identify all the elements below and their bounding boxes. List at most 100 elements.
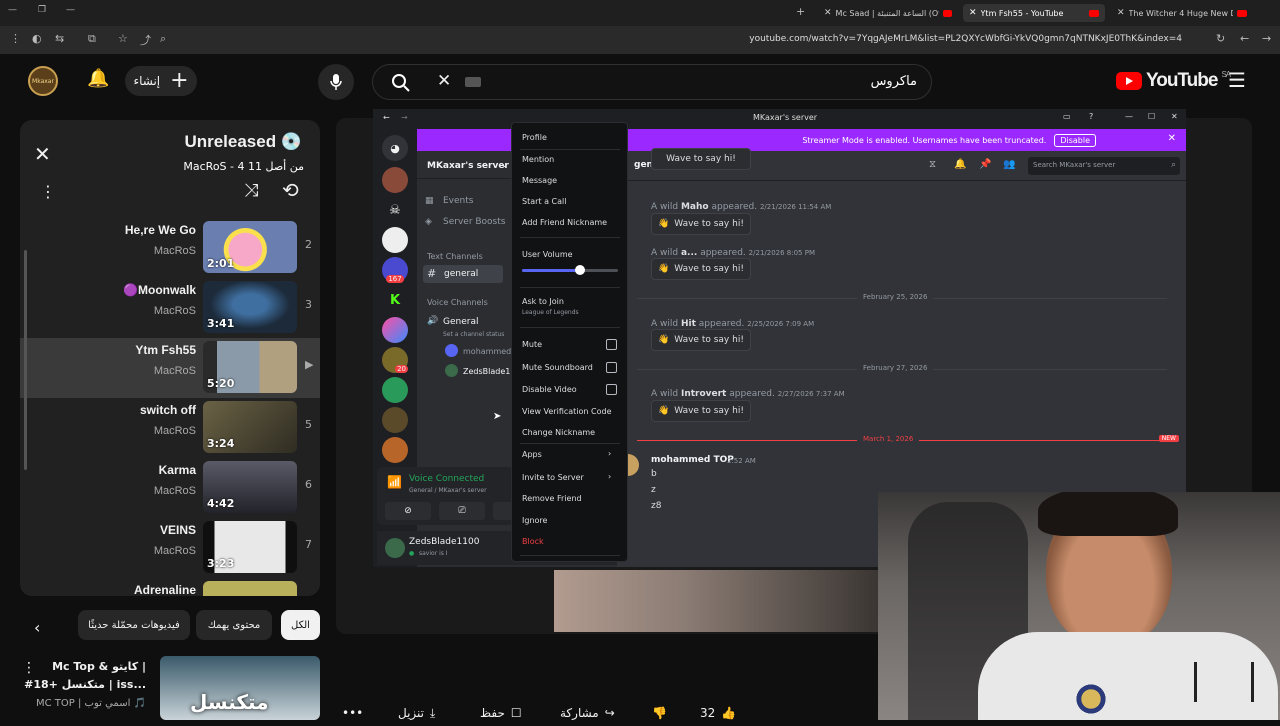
menu-ask-to-join[interactable]: Ask to Join [522,297,564,306]
bell-icon[interactable]: 🔔 [954,159,966,170]
server-boosts-link[interactable]: Server Boosts [443,217,505,227]
skull-server-icon[interactable]: ☠ [382,197,408,223]
menu-mute[interactable]: Mute [522,340,542,349]
like-button[interactable]: 32 👍 [700,700,736,726]
text-channels-header[interactable]: Text Channels [427,252,483,261]
voice-search-button[interactable] [318,64,354,100]
volume-slider[interactable] [522,265,618,275]
loop-icon[interactable]: ⟲ [282,178,299,202]
more-actions-button[interactable]: ••• [342,700,363,726]
volume-slider-handle[interactable] [574,265,585,275]
chip-for-you[interactable]: محتوى يهمك [196,610,272,640]
menu-apps[interactable]: Apps [522,450,542,459]
close-icon[interactable]: ✕ [1171,112,1178,121]
minimize-icon[interactable]: — [8,5,17,15]
maximize-icon[interactable]: ☐ [1148,112,1155,121]
menu-start-call[interactable]: Start a Call [522,197,566,206]
wave-button[interactable]: 👋 Wave to say hi! [651,400,751,422]
keyboard-icon[interactable] [465,77,481,87]
dislike-button[interactable]: 👎 [652,700,667,726]
clear-search-icon[interactable]: ✕ [437,71,451,91]
menu-block[interactable]: Block [522,537,544,546]
wave-button[interactable]: 👋 Wave to say hi! [651,213,751,235]
youtube-logo[interactable]: YouTube SA [1116,70,1231,92]
server-icon[interactable] [382,437,408,463]
voice-user[interactable]: ZedsBlade11 [463,367,515,376]
members-icon[interactable]: 👥 [1003,159,1015,170]
close-icon[interactable]: ✕ [824,8,832,18]
playlist-item[interactable]: 3:23 VEINS MacRoS 7 [20,518,320,578]
discord-home-icon[interactable]: ◕ [382,135,408,161]
notifications-bell-icon[interactable]: 🔔 [87,68,109,89]
profile-icon[interactable]: ◐ [32,32,42,45]
voice-channel-general[interactable]: General [443,317,478,327]
tab-witcher[interactable]: ✕ The Witcher 4 Huge New Detai [1111,4,1253,22]
search-input[interactable]: Search MKaxar's server [1033,161,1115,169]
playlist-item[interactable]: Adrenaline [20,578,320,596]
search-input[interactable]: ماكروس [871,74,917,89]
tab-ytm-fsh55[interactable]: ✕ Ytm Fsh55 - YouTube [963,4,1105,22]
chip-all[interactable]: الكل [281,610,320,640]
pin-icon[interactable]: 📌 [979,159,991,170]
close-banner-icon[interactable]: ✕ [1168,133,1176,144]
chat-search[interactable]: Search MKaxar's server ⌕ [1028,157,1180,175]
menu-add-friend-nickname[interactable]: Add Friend Nickname [522,218,607,227]
menu-remove-friend[interactable]: Remove Friend [522,494,582,503]
more-options-icon[interactable]: ⋮ [22,660,36,676]
reload-icon[interactable]: ↻ [1216,32,1225,45]
download-button[interactable]: تنزيل ⤓ [398,700,435,726]
menu-invite-to-server[interactable]: Invite to Server [522,473,584,482]
search-box[interactable]: ✕ ماكروس [372,64,932,100]
tab-mc-saad[interactable]: ✕ Mc Saad | الساعة المتنبئة (Offici [818,4,958,22]
shuffle-icon[interactable]: ⤨ [244,180,258,201]
share-button[interactable]: مشاركة ↪ [560,700,615,726]
chip-recently-uploaded[interactable]: فيديوهات محمّلة حديثًا [78,610,190,640]
share-icon[interactable]: ⤴ [140,32,151,48]
server-icon[interactable] [382,407,408,433]
mute-soundboard-checkbox[interactable] [606,362,617,373]
channel-general[interactable]: # general [423,265,503,283]
new-tab-icon[interactable]: + [796,5,805,18]
wave-button[interactable]: Wave to say hi! [651,148,751,170]
message-author[interactable]: mohammed TOP [651,455,734,465]
playlist-item[interactable]: 2:01 He,re We Go MacRoS 2 [20,218,320,278]
playlist-item-current[interactable]: 5:20 Ytm Fsh55 MacRoS ▶ [20,338,320,398]
playlist-item[interactable]: 3:24 switch off MacRoS 5 [20,398,320,458]
avatar[interactable] [385,538,405,558]
restore-icon[interactable]: ❐ [38,5,46,15]
channel-status[interactable]: Set a channel status [443,331,504,338]
forward-arrow-icon[interactable]: → [401,113,408,122]
activity-button[interactable] [493,502,513,520]
close-icon[interactable]: ✕ [969,8,977,18]
create-button[interactable]: إنشاء + [125,66,197,96]
chevron-left-icon[interactable]: ‹ [34,618,40,637]
server-icon[interactable] [382,167,408,193]
member-name[interactable]: Maho [681,202,709,212]
member-name[interactable]: a... [681,248,697,258]
search-icon[interactable]: ⌕ [160,32,166,46]
forward-icon[interactable]: → [1262,32,1271,45]
voice-path[interactable]: General / MKaxar's server [409,487,487,494]
sidebar-icon[interactable]: ⇆ [55,32,64,45]
menu-disable-video[interactable]: Disable Video [522,385,577,394]
share-screen-button[interactable]: ⎚ [439,502,485,520]
back-icon[interactable]: ← [1240,32,1249,45]
voice-connected-label[interactable]: Voice Connected [409,474,484,484]
menu-ignore[interactable]: Ignore [522,516,547,525]
menu-dots-icon[interactable]: ⋮ [10,32,21,45]
menu-change-nickname[interactable]: Change Nickname [522,428,595,437]
server-icon[interactable]: 167 [382,257,408,283]
playlist-item[interactable]: 4:42 Karma MacRoS 6 [20,458,320,518]
server-icon[interactable] [382,227,408,253]
server-icon[interactable] [382,317,408,343]
server-icon[interactable] [382,377,408,403]
menu-mention[interactable]: Mention [522,155,554,164]
wave-button[interactable]: 👋 Wave to say hi! [651,258,751,280]
scrollbar[interactable] [24,250,27,470]
inbox-icon[interactable]: ▭ [1063,112,1071,121]
menu-message[interactable]: Message [522,176,557,185]
member-name[interactable]: Hit [681,319,696,329]
wave-button[interactable]: 👋 Wave to say hi! [651,329,751,351]
kick-server-icon[interactable]: K [382,287,408,313]
close-window-icon[interactable]: — [66,5,75,15]
